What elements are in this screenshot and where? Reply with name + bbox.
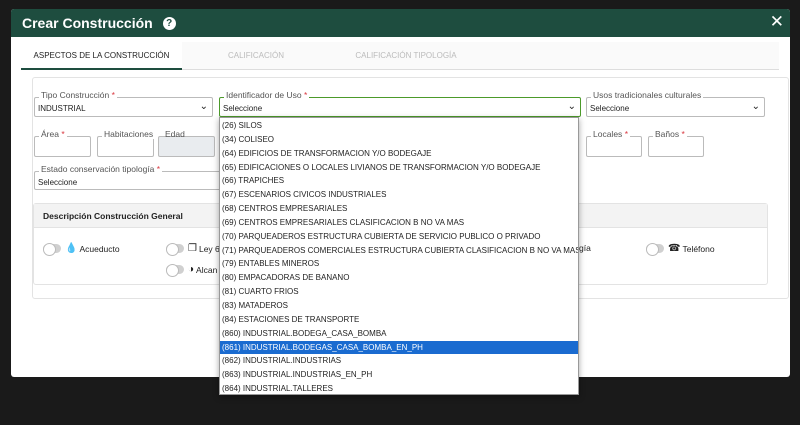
contrast-icon: ◑	[188, 264, 195, 275]
edad-label: Edad	[165, 129, 185, 139]
dropdown-option[interactable]: (81) CUARTO FRIOS	[220, 285, 578, 299]
identificador-uso-select[interactable]: Seleccione ⌄ Identificador de Uso *	[219, 90, 581, 117]
dropdown-option[interactable]: (864) INDUSTRIAL.TALLERES	[220, 382, 578, 396]
estado-conservacion-label: Estado conservación tipología	[41, 164, 155, 174]
water-drop-icon: 💧	[65, 243, 78, 254]
identificador-uso-label: Identificador de Uso	[226, 90, 302, 100]
dropdown-option[interactable]: (65) EDIFICACIONES O LOCALES LIVIANOS DE…	[220, 161, 578, 175]
dropdown-option[interactable]: (26) SILOS	[220, 119, 578, 133]
toggle-telefono-label: Teléfono	[682, 243, 715, 254]
required-mark: *	[61, 129, 65, 139]
tipo-construccion-value: INDUSTRIAL	[38, 104, 86, 113]
dropdown-option[interactable]: (71) PARQUEADEROS COMERCIALES ESTRUCTURA…	[220, 244, 578, 258]
area-input[interactable]: Área *	[34, 129, 91, 157]
copy-icon: ❐	[188, 243, 197, 254]
banos-label: Baños	[655, 129, 680, 139]
dropdown-option[interactable]: (68) CENTROS EMPRESARIALES	[220, 202, 578, 216]
edad-input: Edad	[158, 129, 215, 157]
habitaciones-label: Habitaciones	[102, 129, 156, 139]
dropdown-option[interactable]: (863) INDUSTRIAL.INDUSTRIAS_EN_PH	[220, 368, 578, 382]
dropdown-option[interactable]: (70) PARQUEADEROS ESTRUCTURA CUBIERTA DE…	[220, 230, 578, 244]
locales-input[interactable]: Locales *	[586, 129, 642, 157]
chevron-down-icon: ⌄	[751, 101, 760, 112]
dropdown-option[interactable]: (67) ESCENARIOS CIVICOS INDUSTRIALES	[220, 188, 578, 202]
toggle-telefono[interactable]: ☎ Teléfono	[646, 243, 715, 256]
toggle-energia-label: gía	[579, 243, 591, 253]
help-icon[interactable]: ?	[162, 16, 176, 30]
dropdown-option[interactable]: (79) ENTABLES MINEROS	[220, 257, 578, 271]
tab-aspectos-construccion[interactable]: ASPECTOS DE LA CONSTRUCCIÓN	[21, 42, 182, 70]
toggle-acueducto-label: Acueducto	[79, 243, 120, 254]
modal-header: Crear Construcción ? ✕	[11, 9, 790, 37]
toggle-ley-label: Ley 6	[198, 243, 220, 254]
banos-input[interactable]: Baños *	[648, 129, 704, 157]
toggle-ley[interactable]: ❐ Ley 6	[166, 243, 220, 256]
dropdown-option[interactable]: (64) EDIFICIOS DE TRANSFORMACION Y/O BOD…	[220, 147, 578, 161]
toggle-switch[interactable]	[43, 243, 61, 256]
toggle-switch[interactable]	[166, 243, 184, 256]
toggle-switch[interactable]	[166, 264, 184, 277]
tab-bar: ASPECTOS DE LA CONSTRUCCIÓN CALIFICACIÓN…	[21, 42, 779, 70]
tab-calificacion-tipologia[interactable]: CALIFICACIÓN TIPOLOGÍA	[331, 42, 481, 70]
phone-icon: ☎	[668, 243, 681, 254]
tab-calificacion[interactable]: CALIFICACIÓN	[201, 42, 311, 70]
chevron-down-icon: ⌄	[199, 101, 208, 112]
dropdown-option[interactable]: (34) COLISEO	[220, 133, 578, 147]
required-mark: *	[624, 129, 628, 139]
usos-tradicionales-label: Usos tradicionales culturales	[591, 90, 704, 100]
locales-label: Locales	[593, 129, 623, 139]
required-mark: *	[681, 129, 685, 139]
estado-conservacion-select[interactable]: Seleccione Estado conservación tipología…	[34, 164, 224, 190]
identificador-uso-value: Seleccione	[223, 104, 263, 113]
dropdown-option[interactable]: (83) MATADEROS	[220, 299, 578, 313]
dropdown-option[interactable]: (861) INDUSTRIAL.BODEGAS_CASA_BOMBA_EN_P…	[220, 340, 578, 355]
toggle-acueducto[interactable]: 💧 Acueducto	[43, 243, 120, 256]
usos-tradicionales-value: Seleccione	[590, 104, 630, 113]
dropdown-option[interactable]: (66) TRAPICHES	[220, 174, 578, 188]
toggle-energia[interactable]: gía	[579, 243, 591, 253]
toggle-alcantarillado[interactable]: ◑ Alcan	[166, 264, 218, 277]
tipo-construccion-label: Tipo Construcción	[41, 90, 110, 100]
identificador-uso-dropdown-list[interactable]: (26) SILOS (34) COLISEO (64) EDIFICIOS DE …	[219, 117, 579, 395]
area-label: Área	[41, 129, 59, 139]
dropdown-option[interactable]: (69) CENTROS EMPRESARIALES CLASIFICACION…	[220, 216, 578, 230]
chevron-down-icon: ⌄	[567, 101, 576, 112]
toggle-switch[interactable]	[646, 243, 664, 256]
required-mark: *	[156, 164, 161, 174]
modal-title: Crear Construcción	[22, 15, 153, 31]
close-icon[interactable]: ✕	[770, 13, 784, 30]
tipo-construccion-select[interactable]: INDUSTRIAL ⌄ Tipo Construcción *	[34, 90, 213, 117]
habitaciones-input[interactable]: Habitaciones	[97, 129, 156, 157]
dropdown-option[interactable]: (84) ESTACIONES DE TRANSPORTE	[220, 313, 578, 327]
required-mark: *	[303, 90, 308, 100]
usos-tradicionales-select[interactable]: Seleccione ⌄ Usos tradicionales culturale…	[586, 90, 765, 117]
dropdown-option[interactable]: (862) INDUSTRIAL.INDUSTRIAS	[220, 354, 578, 368]
estado-conservacion-value: Seleccione	[38, 178, 78, 187]
dropdown-option[interactable]: (80) EMPACADORAS DE BANANO	[220, 271, 578, 285]
required-mark: *	[111, 90, 115, 100]
dropdown-option[interactable]: (860) INDUSTRIAL.BODEGA_CASA_BOMBA	[220, 327, 578, 341]
toggle-alcantarillado-label: Alcan	[196, 264, 218, 275]
